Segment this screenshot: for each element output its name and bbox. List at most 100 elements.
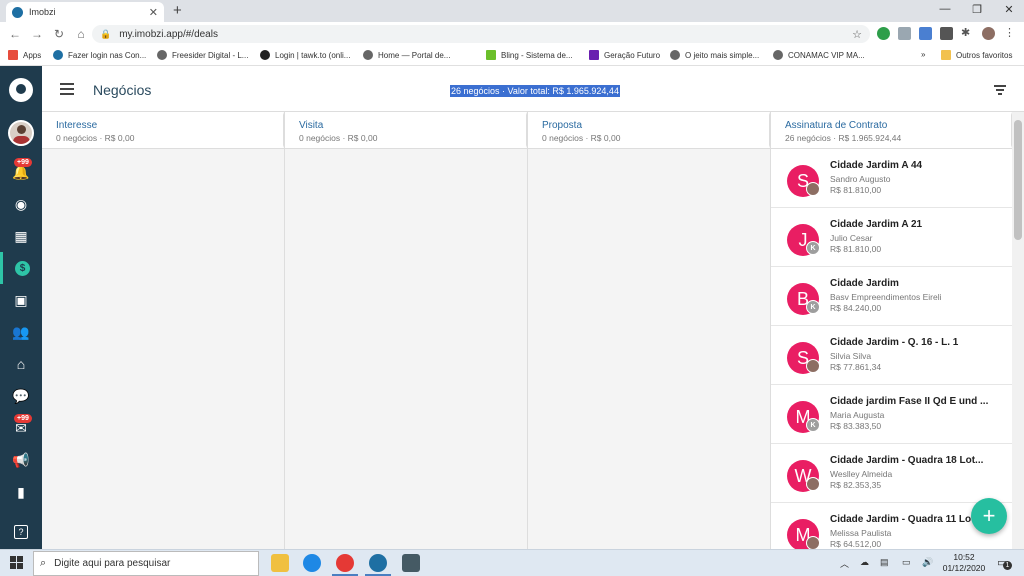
bookmark-apps[interactable]: Apps (8, 50, 41, 60)
stage-column: Interesse 0 negócios · R$ 0,00 (42, 112, 289, 549)
browser-tabstrip: Imobzi ✕ + — ❐ ✕ (0, 0, 1024, 22)
network-icon[interactable]: ▤ (880, 557, 889, 568)
bookmark-item[interactable]: Login | tawk.to (onli... (260, 50, 350, 60)
stage-body (42, 149, 284, 549)
browser-tab[interactable]: Imobzi ✕ (6, 2, 164, 22)
forward-icon[interactable]: → (26, 27, 48, 41)
onedrive-icon[interactable]: ☁ (860, 557, 869, 568)
other-bookmarks[interactable]: Outros favoritos (941, 50, 1012, 60)
stage-body (285, 149, 527, 549)
bookmark-item[interactable]: Bling - Sistema de... (486, 50, 573, 60)
deal-card[interactable]: S Cidade Jardim A 44 Sandro Augusto R$ 81.8… (771, 149, 1012, 208)
deal-contact: Maria Augusta (830, 410, 885, 420)
messages-badge: +99 (14, 414, 32, 423)
bookmark-item[interactable]: CONAMAC VIP MA... (773, 50, 865, 60)
taskbar-clock[interactable]: 10:52 01/12/2020 (940, 552, 988, 574)
deal-contact: Julio Cesar (830, 233, 873, 243)
calculator-icon[interactable] (402, 554, 420, 572)
restore-window-icon[interactable]: ❐ (962, 3, 992, 16)
battery-icon[interactable]: ▭ (902, 557, 911, 568)
back-icon[interactable]: ← (4, 27, 26, 41)
owner-avatar-icon: K (806, 418, 820, 432)
bookmark-item[interactable]: Geração Futuro (589, 50, 660, 60)
properties-home-icon[interactable]: ⌂ (0, 348, 42, 380)
taskbar-search-input[interactable]: ⌕ Digite aqui para pesquisar (33, 551, 259, 576)
deal-card[interactable]: B K Cidade Jardim Basv Empreendimentos Eire… (771, 267, 1012, 326)
deal-card[interactable]: W Cidade Jardim - Quadra 18 Lot... Weslley… (771, 444, 1012, 503)
deal-value: R$ 84.240,00 (830, 303, 882, 313)
bookmark-item[interactable]: Fazer login nas Con... (53, 50, 146, 60)
translate-extension-icon[interactable] (919, 27, 932, 40)
stage-summary: 0 negócios · R$ 0,00 (299, 133, 378, 143)
deals-money-icon[interactable]: $ (0, 252, 42, 284)
close-tab-icon[interactable]: ✕ (149, 6, 158, 19)
add-deal-button[interactable]: + (971, 498, 1007, 534)
calendar-icon[interactable]: ▦ (0, 220, 42, 252)
bookmarks-bar: Apps Fazer login nas Con... Freesider Di… (0, 46, 1024, 66)
stage-header[interactable]: Visita 0 negócios · R$ 0,00 (285, 112, 532, 149)
windows-start-icon[interactable] (10, 556, 24, 570)
browser-menu-icon[interactable]: ⋮ (1004, 27, 1017, 40)
home-icon[interactable]: ⌂ (70, 27, 92, 41)
stage-title: Visita (299, 120, 324, 131)
browser-toolbar: ← → ↻ ⌂ 🔒 my.imobzi.app/#/deals ☆ ✱ ⋮ (0, 22, 1024, 46)
imobzi-favicon-icon (53, 50, 63, 60)
deal-card[interactable]: J K Cidade Jardim A 21 Julio Cesar R$ 81.810… (771, 208, 1012, 267)
owner-avatar-icon (806, 359, 820, 373)
deal-card[interactable]: S Cidade Jardim - Q. 16 - L. 1 Silvia Silv… (771, 326, 1012, 385)
stage-title: Proposta (542, 120, 583, 131)
minimize-window-icon[interactable]: — (930, 3, 960, 15)
scrollbar-thumb[interactable] (1014, 120, 1022, 240)
bookmark-item[interactable]: Freesider Digital - L... (157, 50, 248, 60)
globe-icon (670, 50, 680, 60)
bookmark-star-icon[interactable]: ☆ (852, 28, 862, 41)
stage-header[interactable]: Proposta 0 negócios · R$ 0,00 (528, 112, 775, 149)
edge-icon[interactable] (303, 554, 321, 572)
bookmark-item[interactable]: Home — Portal de... (363, 50, 450, 60)
code-extension-icon[interactable] (898, 27, 911, 40)
profile-avatar-icon[interactable] (982, 27, 995, 40)
bookmark-item[interactable]: O jeito mais simple... (670, 50, 759, 60)
user-avatar[interactable] (8, 120, 34, 146)
file-explorer-icon[interactable] (271, 554, 289, 572)
stage-summary: 0 negócios · R$ 0,00 (56, 133, 135, 143)
owner-avatar-icon: K (806, 300, 820, 314)
contacts-badge-icon[interactable]: ▣ (0, 284, 42, 316)
new-tab-icon[interactable]: + (173, 2, 182, 20)
address-bar[interactable]: 🔒 my.imobzi.app/#/deals ☆ (92, 25, 870, 43)
reload-icon[interactable]: ↻ (48, 27, 70, 41)
menu-hamburger-icon[interactable] (60, 83, 74, 95)
close-window-icon[interactable]: ✕ (994, 3, 1024, 16)
stage-column: Assinatura de Contrato 26 negócios · R$ … (771, 112, 1017, 549)
deal-value: R$ 64.512,00 (830, 539, 882, 549)
lock-icon[interactable]: 🔒 (100, 29, 111, 40)
chat-icon[interactable]: 💬 (0, 380, 42, 412)
evernote-extension-icon[interactable] (877, 27, 890, 40)
deal-value: R$ 81.810,00 (830, 244, 882, 254)
deal-card[interactable]: M K Cidade jardim Fase II Qd E und ... Mari… (771, 385, 1012, 444)
stage-header[interactable]: Interesse 0 negócios · R$ 0,00 (42, 112, 289, 149)
imobzi-app-icon[interactable] (369, 554, 387, 572)
search-icon: ⌕ (40, 557, 47, 569)
imobzi-favicon-icon (12, 6, 23, 18)
page-scrollbar[interactable] (1012, 112, 1024, 549)
people-icon[interactable]: 👥 (0, 316, 42, 348)
chrome-icon[interactable] (336, 554, 354, 572)
dashboard-icon[interactable]: ◉ (0, 188, 42, 220)
volume-icon[interactable]: 🔊 (922, 557, 933, 568)
action-center-icon[interactable]: ▭ 1 (997, 556, 1012, 570)
notification-count: 1 (1003, 561, 1012, 570)
filter-icon[interactable] (994, 85, 1006, 95)
extensions-puzzle-icon[interactable]: ✱ (961, 27, 974, 40)
more-bookmarks-button[interactable]: » (921, 50, 925, 59)
tray-expand-icon[interactable]: ︿ (840, 557, 849, 570)
reports-bar-chart-icon[interactable]: ▮ (0, 476, 42, 508)
imobzi-logo[interactable] (9, 78, 33, 102)
globe-icon (157, 50, 167, 60)
help-icon[interactable]: ? (0, 516, 42, 548)
campaigns-megaphone-icon[interactable]: 📢 (0, 444, 42, 476)
messages-icon[interactable]: ✉ +99 (0, 412, 42, 444)
notifications-icon[interactable]: 🔔 +99 (0, 156, 42, 188)
facebook-extension-icon[interactable] (940, 27, 953, 40)
stage-header[interactable]: Assinatura de Contrato 26 negócios · R$ … (771, 112, 1017, 149)
